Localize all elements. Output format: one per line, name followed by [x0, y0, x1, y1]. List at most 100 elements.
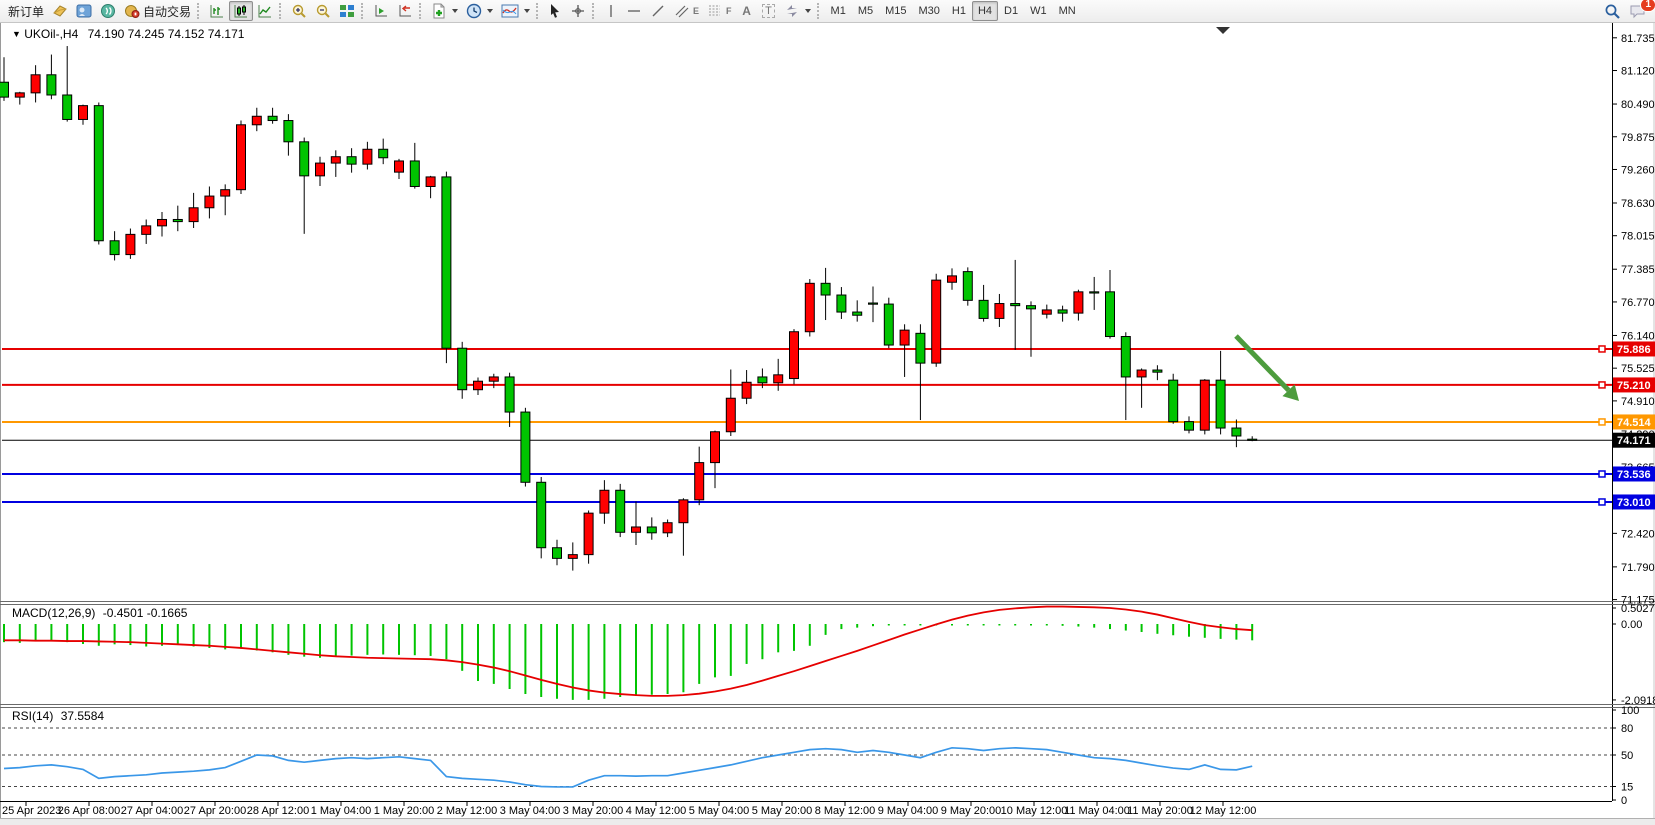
candle-body: [1137, 370, 1146, 377]
timeframe-button-M1[interactable]: M1: [825, 1, 852, 21]
candle-body: [837, 295, 846, 312]
price-tick-label: 71.790: [1621, 562, 1655, 574]
new-chart-button[interactable]: [427, 1, 462, 21]
toolbar-grip: [279, 3, 283, 19]
timeframe-button-M15[interactable]: M15: [879, 1, 912, 21]
channel-tool-icon[interactable]: E: [670, 1, 703, 21]
macd-values: -0.4501 -0.1665: [103, 606, 188, 620]
candle-body: [948, 276, 957, 282]
time-tick-label: 9 May 20:00: [941, 805, 1002, 817]
candle-body: [110, 241, 119, 255]
line-handle[interactable]: [1599, 419, 1605, 425]
chart-canvas[interactable]: 81.73581.12080.49079.87579.26078.63078.0…: [0, 0, 1655, 825]
zoom-in-icon[interactable]: [287, 1, 311, 21]
macd-name: MACD(12,26,9): [12, 606, 95, 620]
price-badge-label: 74.514: [1617, 417, 1652, 429]
timeframe-button-MN[interactable]: MN: [1053, 1, 1082, 21]
candle-body: [173, 219, 182, 221]
line-chart-icon[interactable]: [253, 1, 277, 21]
line-handle[interactable]: [1599, 382, 1605, 388]
candle-body: [979, 300, 988, 318]
candle-body: [632, 527, 641, 532]
notification-count-badge: 1: [1640, 0, 1655, 12]
timeframe-button-H4[interactable]: H4: [972, 1, 998, 21]
rsi-tick-label: 50: [1621, 750, 1633, 762]
notifications-icon[interactable]: 1: [1625, 1, 1651, 21]
text-tool-icon[interactable]: A: [736, 1, 758, 21]
candle-body: [790, 332, 799, 379]
timeframe-button-H1[interactable]: H1: [946, 1, 972, 21]
arrows-tool-icon[interactable]: [780, 1, 815, 21]
time-tick-label: 2 May 12:00: [437, 805, 498, 817]
price-tick-label: 79.875: [1621, 132, 1655, 144]
candle-body: [316, 163, 325, 176]
auto-trading-button[interactable]: 自动交易: [120, 1, 195, 21]
favorites-icon[interactable]: [48, 1, 72, 21]
chart-symbol-period: UKOil-,H4: [24, 27, 78, 41]
candle-body: [79, 106, 88, 120]
price-tick-label: 81.735: [1621, 33, 1655, 45]
time-tick-label: 1 May 04:00: [311, 805, 372, 817]
fibonacci-tool-icon[interactable]: F: [703, 1, 736, 21]
timeframe-button-M30[interactable]: M30: [913, 1, 946, 21]
label-tool-icon[interactable]: T: [758, 1, 780, 21]
macd-tick-label: 0.00: [1621, 619, 1642, 631]
trendline-tool-icon[interactable]: [646, 1, 670, 21]
symbol-dropdown-icon[interactable]: ▼: [12, 29, 21, 39]
candle-body: [205, 196, 214, 208]
market-watch-icon[interactable]: [72, 1, 96, 21]
candle-body: [347, 157, 356, 164]
price-tick-label: 77.385: [1621, 264, 1655, 276]
candle-body: [679, 500, 688, 523]
time-tick-label: 5 May 20:00: [752, 805, 813, 817]
signals-icon[interactable]: [96, 1, 120, 21]
zoom-out-icon[interactable]: [311, 1, 335, 21]
cursor-icon[interactable]: [544, 1, 566, 21]
candle-body: [331, 157, 340, 163]
candle-body: [537, 482, 546, 547]
candle-body: [189, 208, 198, 222]
line-handle[interactable]: [1599, 499, 1605, 505]
vertical-line-tool-icon[interactable]: [600, 1, 622, 21]
price-badge-label: 74.171: [1617, 435, 1651, 447]
candle-body: [1074, 292, 1083, 313]
candle-body: [410, 161, 419, 187]
candle-body: [758, 377, 767, 383]
indicators-button[interactable]: [497, 1, 534, 21]
crosshair-icon[interactable]: [566, 1, 590, 21]
candlestick-chart-icon[interactable]: [229, 1, 253, 21]
new-order-button[interactable]: 新订单: [4, 1, 48, 21]
rsi-name: RSI(14): [12, 709, 53, 723]
time-tick-label: 27 Apr 20:00: [184, 805, 246, 817]
periods-clock-button[interactable]: [462, 1, 497, 21]
candle-body: [1011, 304, 1020, 306]
candle-body: [142, 226, 151, 235]
candle-body: [237, 125, 246, 190]
line-handle[interactable]: [1599, 346, 1605, 352]
time-tick-label: 10 May 12:00: [1001, 805, 1068, 817]
chart-shift-icon[interactable]: [393, 1, 417, 21]
candle-body: [300, 142, 309, 176]
line-handle[interactable]: [1599, 471, 1605, 477]
timeframe-button-D1[interactable]: D1: [998, 1, 1024, 21]
candle-body: [363, 149, 372, 164]
bar-chart-icon[interactable]: [205, 1, 229, 21]
price-badge-label: 75.886: [1617, 344, 1651, 356]
dropdown-caret-icon: [805, 9, 811, 13]
auto-scroll-icon[interactable]: [369, 1, 393, 21]
time-tick-label: 1 May 20:00: [374, 805, 435, 817]
candle-body: [695, 463, 704, 500]
window-bottom-strip: [0, 818, 1655, 825]
search-icon[interactable]: [1600, 1, 1625, 21]
candle-body: [505, 377, 514, 412]
price-badge-label: 75.210: [1617, 380, 1651, 392]
candle-body: [853, 312, 862, 315]
candle-body: [1106, 292, 1115, 337]
rsi-tick-label: 15: [1621, 782, 1633, 794]
candle-body: [395, 161, 404, 172]
timeframe-button-M5[interactable]: M5: [852, 1, 879, 21]
timeframe-button-W1[interactable]: W1: [1024, 1, 1053, 21]
candle-body: [31, 75, 40, 93]
horizontal-line-tool-icon[interactable]: [622, 1, 646, 21]
tile-windows-icon[interactable]: [335, 1, 359, 21]
